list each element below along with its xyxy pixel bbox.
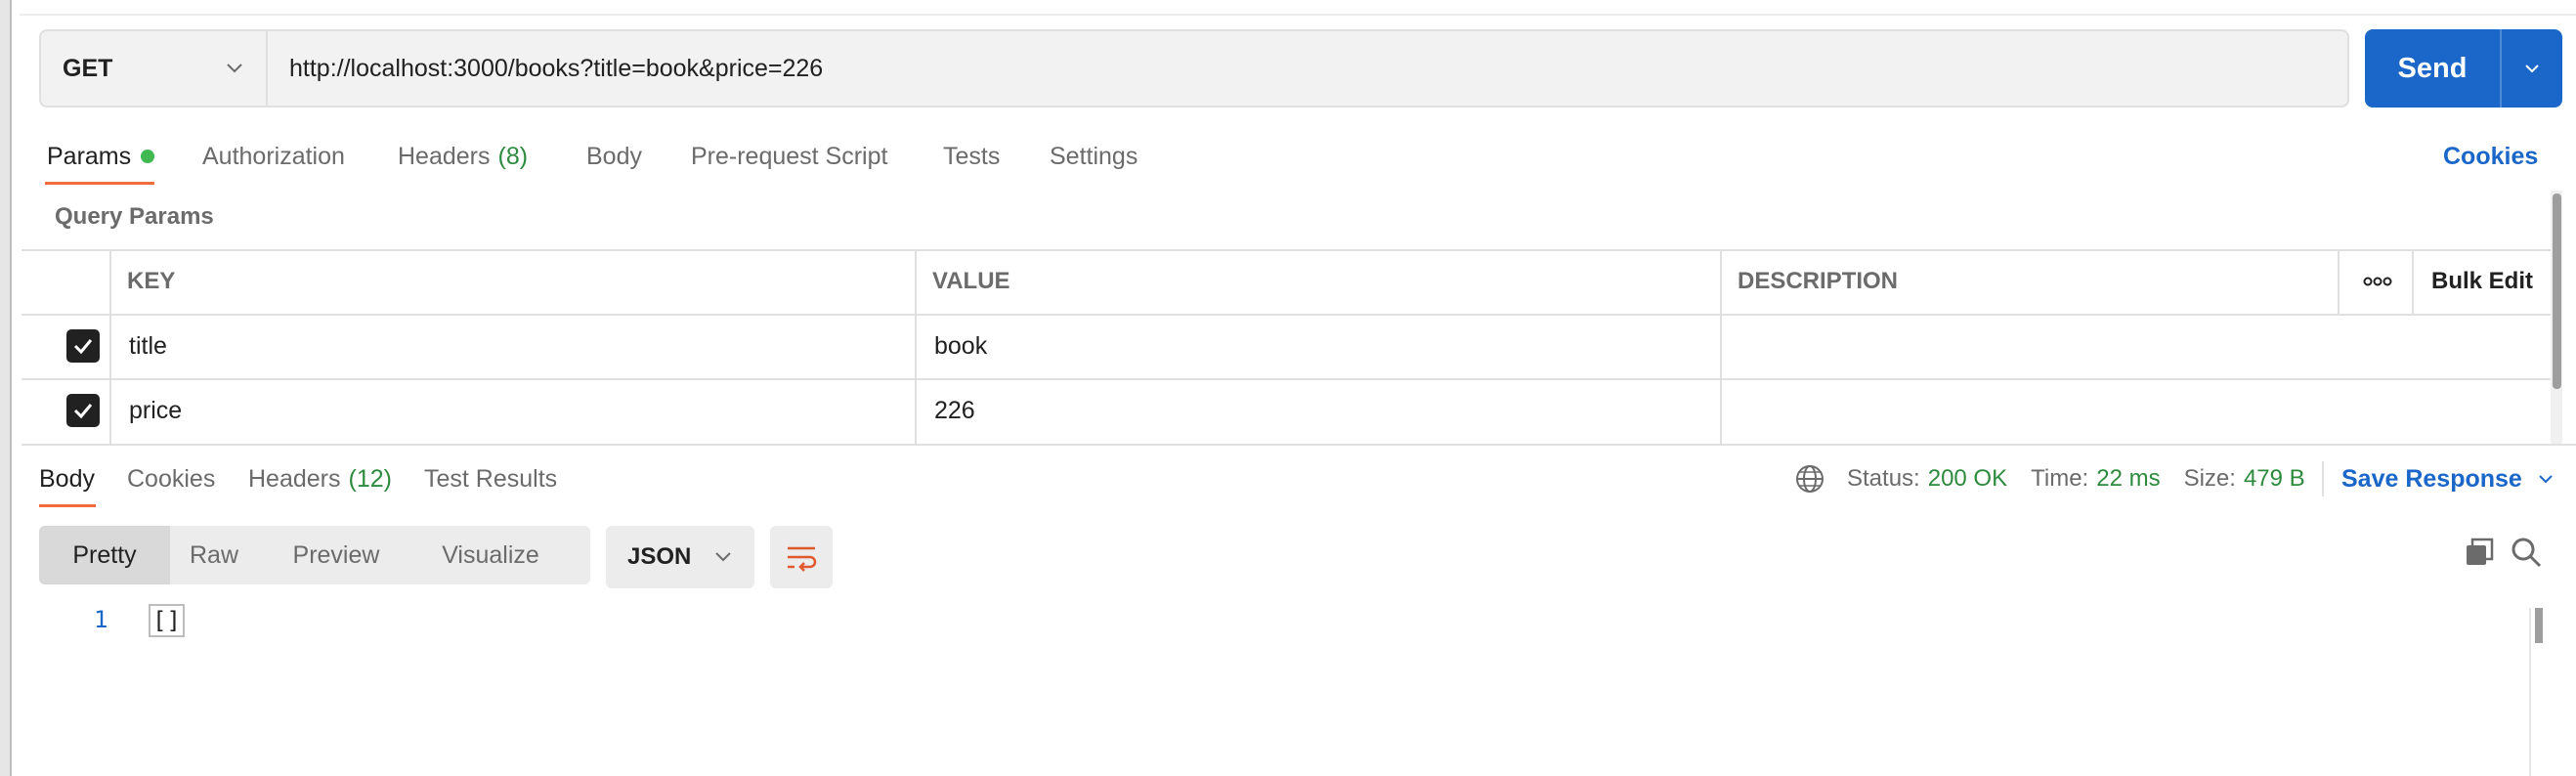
bulk-edit-button[interactable]: Bulk Edit [2431,249,2533,314]
format-label: JSON [627,543,692,570]
checkmark-icon [73,339,93,355]
method-label: GET [63,54,113,82]
param-key-cell[interactable]: title [129,314,167,378]
response-tab-body[interactable]: Body [39,459,95,498]
response-tab-headers-label: Headers [248,464,341,493]
wrap-lines-icon [788,546,817,572]
param-checkbox[interactable] [66,394,100,427]
params-active-dot [141,150,155,163]
size-value[interactable]: 479 B [2244,465,2305,492]
column-header-description: DESCRIPTION [1738,268,1899,294]
send-options-button[interactable] [2500,29,2562,108]
params-scrollbar-thumb[interactable] [2553,194,2561,389]
cookies-link[interactable]: Cookies [2443,137,2538,176]
tab-tests[interactable]: Tests [943,137,1000,176]
tab-pre-request-script[interactable]: Pre-request Script [691,137,887,176]
chevron-down-icon [2539,475,2553,484]
copy-icon[interactable] [2463,536,2496,569]
response-tab-cookies[interactable]: Cookies [127,459,215,498]
param-description-cell[interactable] [1739,314,2541,378]
view-mode-raw[interactable]: Raw [170,526,258,584]
left-panel-scrollbar[interactable] [0,0,12,776]
view-mode-preview[interactable]: Preview [274,526,399,584]
params-table: KEY VALUE DESCRIPTION Bulk Edit title bo… [21,249,2555,445]
status-label: Status: [1847,465,1920,492]
param-checkbox[interactable] [66,329,100,363]
status-group: Status: 200 OK [1847,465,2007,493]
tab-headers-label: Headers [398,142,491,170]
response-tab-headers[interactable]: Headers (12) [248,459,392,498]
param-value-cell[interactable]: book [934,314,987,378]
wrap-lines-button[interactable] [770,526,833,588]
tab-params[interactable]: Params [47,137,155,176]
top-divider [20,14,2576,16]
response-tab-test-results[interactable]: Test Results [424,459,557,498]
more-options-button[interactable] [2351,249,2404,314]
search-icon[interactable] [2510,536,2543,569]
view-mode-segmented-control: Pretty Raw Preview Visualize [39,526,590,584]
time-label: Time: [2031,465,2089,492]
save-response-button[interactable]: Save Response [2341,459,2555,498]
size-label: Size: [2183,465,2236,492]
tab-headers-count: (8) [497,142,529,170]
column-header-value: VALUE [932,268,1010,294]
tab-authorization[interactable]: Authorization [202,137,345,176]
response-divider[interactable] [21,444,2576,446]
column-header-key: KEY [127,268,176,294]
status-value[interactable]: 200 OK [1928,465,2007,492]
time-value[interactable]: 22 ms [2096,465,2160,492]
active-tab-indicator [45,182,154,185]
checkmark-icon [73,404,93,419]
param-description-cell[interactable] [1739,378,2541,443]
url-input[interactable]: http://localhost:3000/books?title=book&p… [266,29,2349,108]
save-response-label: Save Response [2341,464,2522,493]
format-select[interactable]: JSON [606,526,754,588]
code-scrollbar-thumb[interactable] [2535,608,2543,643]
code-line-number: 1 [94,606,108,633]
tab-headers[interactable]: Headers (8) [398,137,528,176]
size-group: Size: 479 B [2184,465,2305,493]
query-params-label: Query Params [55,203,214,230]
chevron-down-icon [2525,65,2539,73]
param-value-cell[interactable]: 226 [934,378,975,443]
status-separator [2322,461,2324,496]
response-status-bar: Status: 200 OK Time: 22 ms Size: 479 B [1794,459,2305,498]
response-body-code[interactable]: [] [149,604,185,637]
globe-icon[interactable] [1794,463,1825,495]
method-select[interactable]: GET [39,29,266,108]
url-text: http://localhost:3000/books?title=book&p… [289,54,824,82]
param-key-cell[interactable]: price [129,378,182,443]
tab-body[interactable]: Body [586,137,642,176]
more-icon [2363,277,2392,286]
view-mode-visualize[interactable]: Visualize [410,526,571,584]
send-button[interactable]: Send [2365,29,2500,108]
response-tab-headers-count: (12) [348,464,392,493]
chevron-down-icon [715,552,731,562]
tab-params-label: Params [47,142,132,170]
chevron-down-icon [227,64,242,73]
tab-settings[interactable]: Settings [1050,137,1138,176]
active-response-tab-indicator [39,504,96,507]
view-mode-pretty[interactable]: Pretty [39,526,170,584]
time-group: Time: 22 ms [2031,465,2160,493]
